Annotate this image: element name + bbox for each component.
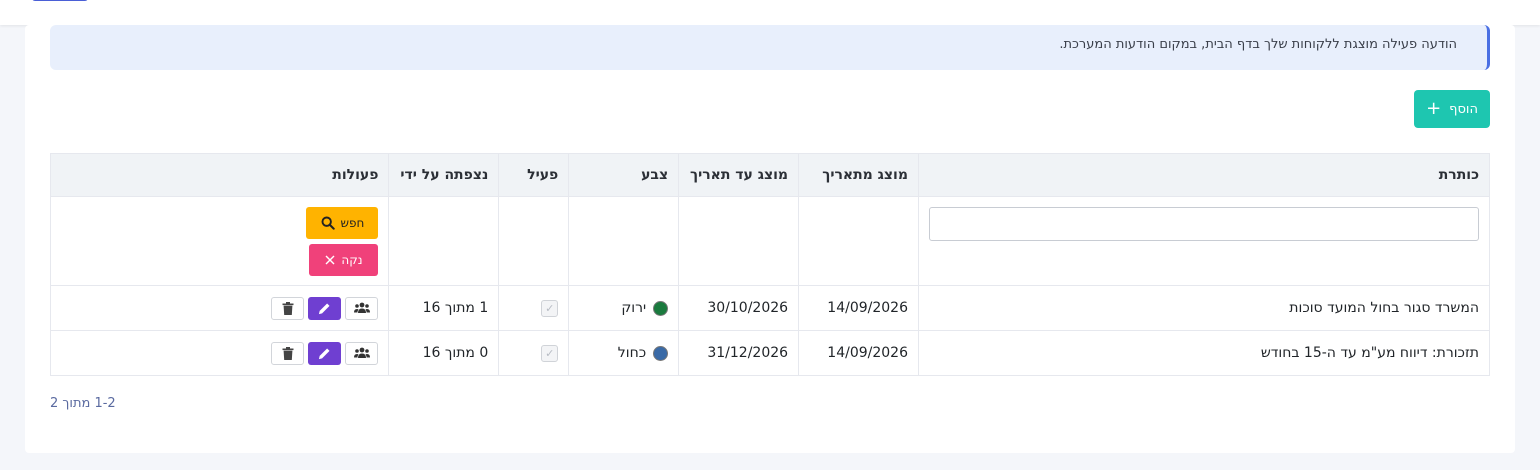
close-icon (325, 255, 335, 265)
filter-empty-cell (568, 196, 680, 286)
header-to-date[interactable]: מוצג עד תאריך (678, 153, 800, 197)
row-active-cell: ✓ (498, 330, 570, 376)
info-alert: הודעה פעילה מוצגת ללקוחות שלך בדף הבית, … (50, 25, 1490, 70)
color-swatch (653, 300, 669, 316)
header-from-date[interactable]: מוצג מתאריך (798, 153, 919, 197)
filter-empty-cell (798, 196, 919, 286)
row-title: תזכורת: דיווח מע"מ עד ה-15 בחודש (918, 330, 1490, 376)
header-active[interactable]: פעיל (498, 153, 570, 197)
viewers-button[interactable] (345, 296, 379, 320)
trash-icon (282, 346, 294, 360)
row-color-cell: ירוק (568, 285, 680, 331)
row-to-date: 30/10/2026 (678, 285, 800, 331)
edit-button[interactable] (308, 341, 342, 365)
row-viewed-by: 0 מתוך 16 (388, 330, 500, 376)
row-to-date: 31/12/2026 (678, 330, 800, 376)
add-button-label: הוסף (1449, 101, 1478, 117)
trash-icon (282, 301, 294, 315)
users-icon (353, 302, 370, 313)
search-button-label: חפש (340, 216, 365, 230)
row-actions-cell (49, 330, 390, 376)
color-swatch (653, 345, 669, 361)
navbar-button-stub[interactable] (32, 0, 88, 1)
messages-table: כותרת מוצג מתאריך מוצג עד תאריך צבע פעיל… (49, 153, 1490, 376)
table-header-row: כותרת מוצג מתאריך מוצג עד תאריך צבע פעיל… (49, 153, 1490, 197)
row-active-cell: ✓ (498, 285, 570, 331)
users-icon (353, 347, 370, 358)
row-viewed-by: 1 מתוך 16 (388, 285, 500, 331)
row-color-name: כחול (617, 345, 647, 361)
alert-text: הודעה פעילה מוצגת ללקוחות שלך בדף הבית, … (1059, 37, 1457, 52)
row-color-name: ירוק (621, 300, 647, 316)
row-title: המשרד סגור בחול המועד סוכות (918, 285, 1490, 331)
row-actions-cell (49, 285, 390, 331)
filter-row: חפש נקה (49, 196, 1490, 286)
delete-button[interactable] (271, 341, 305, 365)
top-navbar (0, 0, 1540, 25)
filter-title-cell (918, 196, 1490, 286)
row-from-date: 14/09/2026 (798, 285, 919, 331)
header-actions: פעולות (49, 153, 390, 197)
header-viewed-by[interactable]: נצפתה על ידי (388, 153, 500, 197)
active-checkbox: ✓ (541, 344, 559, 362)
clear-button-label: נקה (341, 253, 363, 267)
search-icon (321, 216, 335, 230)
search-button[interactable]: חפש (306, 207, 379, 239)
filter-empty-cell (498, 196, 570, 286)
pagination-info: 1-2 מתוך 2 (50, 396, 116, 411)
plus-icon: + (1426, 98, 1442, 119)
header-color[interactable]: צבע (568, 153, 680, 197)
title-filter-input[interactable] (929, 207, 1479, 241)
table-row: תזכורת: דיווח מע"מ עד ה-15 בחודש 14/09/2… (49, 330, 1490, 376)
row-from-date: 14/09/2026 (798, 330, 919, 376)
delete-button[interactable] (271, 296, 305, 320)
table-row: המשרד סגור בחול המועד סוכות 14/09/2026 3… (49, 285, 1490, 331)
add-button[interactable]: הוסף + (1414, 90, 1490, 128)
pencil-icon (319, 302, 330, 314)
active-checkbox: ✓ (541, 299, 559, 317)
filter-empty-cell (388, 196, 500, 286)
filter-actions-cell: חפש נקה (49, 196, 390, 286)
row-color-cell: כחול (568, 330, 680, 376)
pencil-icon (319, 347, 330, 359)
filter-empty-cell (678, 196, 800, 286)
edit-button[interactable] (308, 296, 342, 320)
viewers-button[interactable] (345, 341, 379, 365)
clear-button[interactable]: נקה (309, 244, 379, 276)
header-title[interactable]: כותרת (918, 153, 1490, 197)
